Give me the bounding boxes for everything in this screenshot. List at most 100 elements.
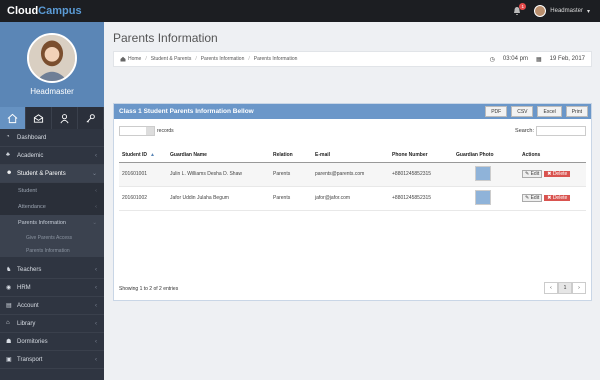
cell-relation: Parents (270, 186, 312, 211)
sidebar-subitem-student[interactable]: Student ‹ (0, 183, 104, 199)
print-button[interactable]: Print (565, 106, 588, 117)
sort-asc-icon: ▲ (150, 151, 155, 158)
sidebar-item-library[interactable]: ⌂ Library ‹ (0, 315, 104, 333)
home-icon (120, 56, 126, 62)
cell-photo (453, 162, 519, 187)
sidebar-item-dormitories[interactable]: ☗ Dormitories ‹ (0, 333, 104, 351)
column-header-phone[interactable]: Phone Number (389, 148, 453, 163)
records-length-label: records (157, 128, 174, 134)
users-icon[interactable] (52, 107, 78, 129)
mail-icon[interactable] (26, 107, 52, 129)
cell-email: parents@parents.com (312, 162, 389, 187)
parents-table: Student ID ▲ Guardian Name Relation E-mai… (119, 148, 586, 211)
breadcrumb-parents-information[interactable]: Parents Information (201, 56, 245, 62)
cell-actions: ✎ Edit ✖ Delete (519, 186, 586, 211)
table-row: 201601001 Julin L. Williams Desha D. Sha… (119, 162, 586, 187)
sidebar-item-hrm[interactable]: ◉ HRM ‹ (0, 279, 104, 297)
library-icon: ⌂ (6, 319, 10, 326)
export-buttons: PDF CSV Excel Print (485, 106, 588, 117)
pagination-prev-button[interactable]: ‹ (544, 282, 558, 294)
column-header-relation[interactable]: Relation (270, 148, 312, 163)
sidebar-subsubitem-give-parents-access[interactable]: Give Parents Access (0, 231, 104, 244)
cell-phone: +8801245852315 (389, 162, 453, 187)
cell-student-id: 201601002 (119, 186, 167, 211)
table-info: Showing 1 to 2 of 2 entries (119, 286, 179, 292)
chevron-left-icon: ‹ (95, 338, 97, 345)
current-date: 19 Feb, 2017 (549, 56, 585, 62)
column-header-guardian-name[interactable]: Guardian Name (167, 148, 270, 163)
account-icon: ▤ (6, 302, 12, 309)
bus-icon: ▣ (6, 356, 12, 363)
profile-role: Headmaster (30, 87, 74, 96)
cell-actions: ✎ Edit ✖ Delete (519, 162, 586, 187)
cell-photo (453, 186, 519, 211)
main-content: Parents Information Home / Student & Pare… (104, 22, 600, 380)
guardian-photo (475, 165, 491, 181)
sidebar-item-teachers[interactable]: ♞ Teachers ‹ (0, 261, 104, 279)
column-header-student-id[interactable]: Student ID ▲ (119, 148, 167, 163)
user-menu[interactable]: Headmaster ▾ (534, 5, 590, 17)
sidebar-icon-tabs (0, 107, 104, 129)
breadcrumb: Home / Student & Parents / Parents Informa… (113, 51, 592, 67)
teacher-icon: ♞ (6, 266, 12, 273)
column-header-guardian-photo[interactable]: Guardian Photo (453, 148, 519, 163)
chevron-down-icon: ⌄ (92, 220, 97, 226)
sidebar-item-account[interactable]: ▤ Account ‹ (0, 297, 104, 315)
chevron-down-icon: ▾ (586, 8, 590, 15)
pdf-button[interactable]: PDF (485, 106, 508, 117)
edit-button[interactable]: ✎ Edit (522, 194, 543, 202)
date-time: ◷ 03:04 pm ▦ 19 Feb, 2017 (490, 52, 585, 66)
csv-button[interactable]: CSV (511, 106, 534, 117)
avatar (534, 5, 547, 17)
search-label: Search: (515, 128, 534, 134)
chevron-left-icon: ‹ (95, 204, 97, 210)
excel-button[interactable]: Excel (537, 106, 562, 117)
top-bar: CloudCampus 1 Headmaster ▾ (0, 0, 600, 22)
sidebar: Headmaster ◔ Dashboard ♣ Academic ‹ ☻ Studen… (0, 22, 104, 380)
cell-phone: +8801245852315 (389, 186, 453, 211)
sidebar-item-transport[interactable]: ▣ Transport ‹ (0, 351, 104, 369)
sidebar-item-dashboard[interactable]: ◔ Dashboard (0, 129, 104, 147)
pagination: ‹ 1 › (544, 282, 586, 294)
chevron-left-icon: ‹ (95, 302, 97, 309)
avatar (27, 33, 77, 83)
sidebar-item-student-parents[interactable]: ☻ Student & Parents ⌄ (0, 165, 104, 183)
sidebar-subitem-parents-information[interactable]: Parents Information ⌄ (0, 215, 104, 231)
records-length: records (119, 126, 174, 136)
sidebar-item-academic[interactable]: ♣ Academic ‹ (0, 147, 104, 165)
panel-header: Class 1 Student Parents Information Bell… (114, 104, 591, 119)
key-icon[interactable] (78, 107, 104, 129)
cell-email: jafor@jafor.com (312, 186, 389, 211)
pagination-next-button[interactable]: › (572, 282, 586, 294)
cell-guardian-name: Jafor Uddin Julaha Begum (167, 186, 270, 211)
sidebar-subsubitem-parents-information[interactable]: Parents Information (0, 244, 104, 257)
search-input[interactable] (536, 126, 586, 136)
dormitory-icon: ☗ (6, 338, 12, 345)
sidebar-subitem-attendance[interactable]: Attendance ‹ (0, 199, 104, 215)
table-row: 201601002 Jafor Uddin Julaha Begum Paren… (119, 186, 586, 211)
home-icon[interactable] (0, 107, 26, 129)
breadcrumb-student-parents[interactable]: Student & Parents (151, 56, 192, 62)
delete-button[interactable]: ✖ Delete (544, 171, 571, 177)
edit-button[interactable]: ✎ Edit (522, 170, 543, 178)
delete-button[interactable]: ✖ Delete (544, 195, 571, 201)
profile-card: Headmaster (0, 22, 104, 107)
chevron-left-icon: ‹ (95, 152, 97, 159)
user-name: Headmaster (550, 8, 583, 14)
brand-logo[interactable]: CloudCampus (0, 5, 82, 17)
column-header-email[interactable]: E-mail (312, 148, 389, 163)
breadcrumb-home[interactable]: Home (128, 56, 141, 62)
dashboard-icon: ◔ (6, 133, 10, 140)
notification-bell-icon[interactable]: 1 (512, 3, 527, 16)
records-length-select[interactable] (119, 126, 155, 136)
guardian-photo (475, 189, 491, 205)
page-title: Parents Information (113, 31, 218, 45)
chevron-left-icon: ‹ (95, 188, 97, 194)
cell-student-id: 201601001 (119, 162, 167, 187)
pagination-page-button[interactable]: 1 (558, 282, 572, 294)
breadcrumb-current: Parents Information (253, 56, 298, 62)
panel-title: Class 1 Student Parents Information Bell… (119, 108, 254, 115)
notification-badge: 1 (519, 3, 527, 10)
chevron-left-icon: ‹ (95, 266, 97, 273)
academic-icon: ♣ (6, 151, 10, 158)
